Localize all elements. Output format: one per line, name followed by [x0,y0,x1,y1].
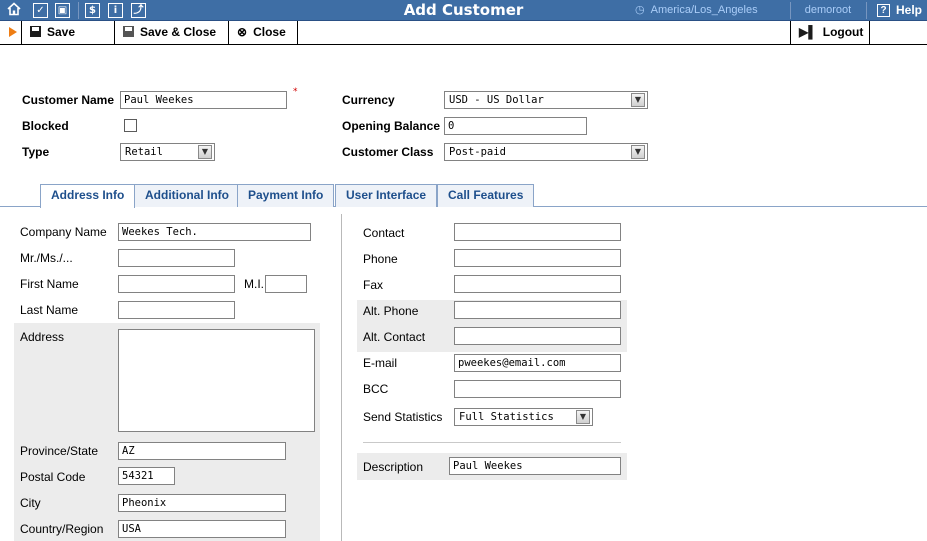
alt-phone-input[interactable] [454,301,621,319]
logout-label: Logout [822,25,864,39]
top-bar: ✓ ▣ $ i ⤴ Add Customer ◷ America/Los_Ange… [0,0,927,21]
chevron-down-icon: ▼ [631,145,645,159]
chevron-down-icon: ▼ [631,93,645,107]
province-label: Province/State [20,444,99,458]
city-label: City [20,496,41,510]
logout-icon: ▶▌ [799,25,817,39]
type-label: Type [22,145,50,159]
tab-additional-info[interactable]: Additional Info [134,184,240,207]
postal-code-input[interactable]: 54321 [118,467,175,485]
help-label: Help [896,3,923,17]
section-divider [363,442,621,443]
contact-input[interactable] [454,223,621,241]
last-name-label: Last Name [20,303,79,317]
phone-label: Phone [363,252,398,266]
salutation-label: Mr./Ms./... [20,251,73,265]
tab-payment-info[interactable]: Payment Info [237,184,335,207]
chevron-down-icon: ▼ [576,410,590,424]
toolbar-arrow-button[interactable] [0,21,22,44]
column-divider [341,214,342,541]
company-name-label: Company Name [20,225,107,239]
close-button[interactable]: ⊗ Close [229,21,298,44]
alt-phone-label: Alt. Phone [363,304,419,318]
opening-balance-input[interactable]: 0 [444,117,587,135]
opening-balance-label: Opening Balance [342,119,441,133]
save-button[interactable]: Save [22,21,115,44]
help-icon: ? [877,4,890,17]
address-textarea[interactable] [118,329,315,432]
save-label: Save [47,25,76,39]
customer-name-input[interactable]: Paul Weekes [120,91,287,109]
help-link[interactable]: ? Help [877,0,922,21]
phone-input[interactable] [454,249,621,267]
email-input[interactable]: pweekes@email.com [454,354,621,372]
customer-name-label: Customer Name [22,93,115,107]
company-name-input[interactable]: Weekes Tech. [118,223,311,241]
send-statistics-select[interactable]: Full Statistics ▼ [454,408,593,426]
address-label: Address [20,330,65,344]
last-name-input[interactable] [118,301,235,319]
send-statistics-label: Send Statistics [363,410,443,424]
separator [790,2,791,19]
tab-user-interface[interactable]: User Interface [335,184,438,207]
postal-code-label: Postal Code [20,470,86,484]
bcc-label: BCC [363,382,389,396]
user-link[interactable]: demoroot [792,0,864,21]
email-label: E-mail [363,356,398,370]
description-label: Description [363,460,424,474]
contact-label: Contact [363,226,405,240]
tab-call-features[interactable]: Call Features [437,184,535,207]
page-title: Add Customer [403,1,524,19]
logout-button[interactable]: ▶▌ Logout [790,21,870,44]
chevron-down-icon: ▼ [198,145,212,159]
province-input[interactable]: AZ [118,442,286,460]
floppy-icon [123,26,134,37]
type-select[interactable]: Retail ▼ [120,143,215,161]
play-arrow-icon [9,27,17,37]
save-close-button[interactable]: Save & Close [115,21,229,44]
customer-class-label: Customer Class [342,145,434,159]
middle-initial-input[interactable] [265,275,307,293]
middle-initial-label: M.I. [244,277,264,291]
timezone-label: America/Los_Angeles [650,4,758,16]
timezone-link[interactable]: ◷ America/Los_Angeles [635,0,758,21]
send-statistics-selected: Full Statistics [459,411,554,423]
blocked-checkbox[interactable] [124,119,137,132]
bcc-input[interactable] [454,380,621,398]
country-label: Country/Region [20,522,104,536]
city-input[interactable]: Pheonix [118,494,286,512]
currency-selected: USD - US Dollar [449,94,544,106]
close-label: Close [253,25,286,39]
first-name-input[interactable] [118,275,235,293]
separator [866,2,867,19]
toolbar: Save Save & Close ⊗ Close ▶▌ Logout [0,21,927,45]
clock-icon: ◷ [635,4,645,16]
blocked-label: Blocked [22,119,69,133]
alt-contact-label: Alt. Contact [363,330,426,344]
floppy-icon [30,26,41,37]
fax-label: Fax [363,278,384,292]
currency-label: Currency [342,93,395,107]
salutation-input[interactable] [118,249,235,267]
customer-class-select[interactable]: Post-paid ▼ [444,143,648,161]
alt-contact-input[interactable] [454,327,621,345]
tab-address-info[interactable]: Address Info [40,184,136,208]
required-marker: * [293,87,298,97]
type-selected: Retail [125,146,163,158]
first-name-label: First Name [20,277,79,291]
country-input[interactable]: USA [118,520,286,538]
close-circle-icon: ⊗ [237,25,248,39]
currency-select[interactable]: USD - US Dollar ▼ [444,91,648,109]
fax-input[interactable] [454,275,621,293]
description-input[interactable]: Paul Weekes [449,457,621,475]
customer-class-selected: Post-paid [449,146,506,158]
save-close-label: Save & Close [140,25,217,39]
